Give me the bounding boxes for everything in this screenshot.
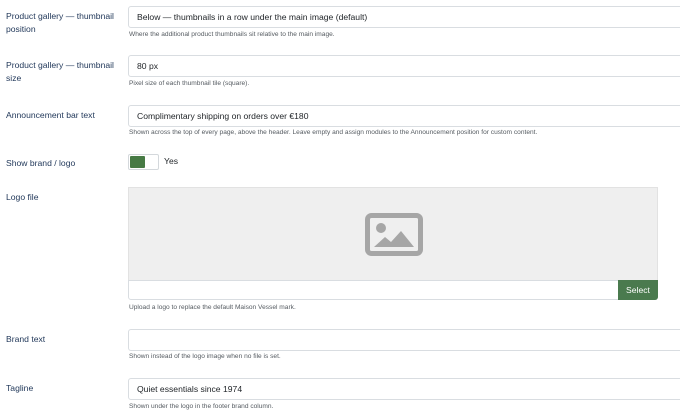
thumbnail-size-label: Product gallery — thumbnail size [6,60,114,83]
thumbnail-size-hint: Pixel size of each thumbnail tile (squar… [129,80,250,87]
thumbnail-size-input[interactable]: 80 px [128,55,680,77]
toggle-knob [130,156,145,168]
announcement-label: Announcement bar text [6,110,95,120]
brand-text-label: Brand text [6,334,46,344]
gallery-position-label: Product gallery — thumbnail position [6,11,114,34]
gallery-position-hint: Where the additional product thumbnails … [129,31,335,38]
logo-preview [128,187,658,280]
show-brand-state: Yes [164,156,179,166]
announcement-input[interactable]: Complimentary shipping on orders over €1… [128,105,680,127]
brand-text-input[interactable] [128,329,680,351]
image-placeholder-icon [365,213,423,256]
tagline-label: Tagline [6,383,34,393]
show-brand-toggle[interactable] [128,154,159,170]
logo-file-hint: Upload a logo to replace the default Mai… [129,304,296,311]
logo-file-label: Logo file [6,192,39,202]
tagline-input[interactable]: Quiet essentials since 1974 [128,378,680,400]
brand-text-hint: Shown instead of the logo image when no … [129,353,281,360]
tagline-hint: Shown under the logo in the footer brand… [129,403,274,410]
select-button[interactable]: Select [618,280,658,300]
show-brand-label: Show brand / logo [6,158,76,168]
logo-file-field[interactable]: Select [128,280,658,300]
gallery-position-select[interactable]: Below — thumbnails in a row under the ma… [128,6,680,28]
announcement-hint: Shown across the top of every page, abov… [129,129,538,136]
